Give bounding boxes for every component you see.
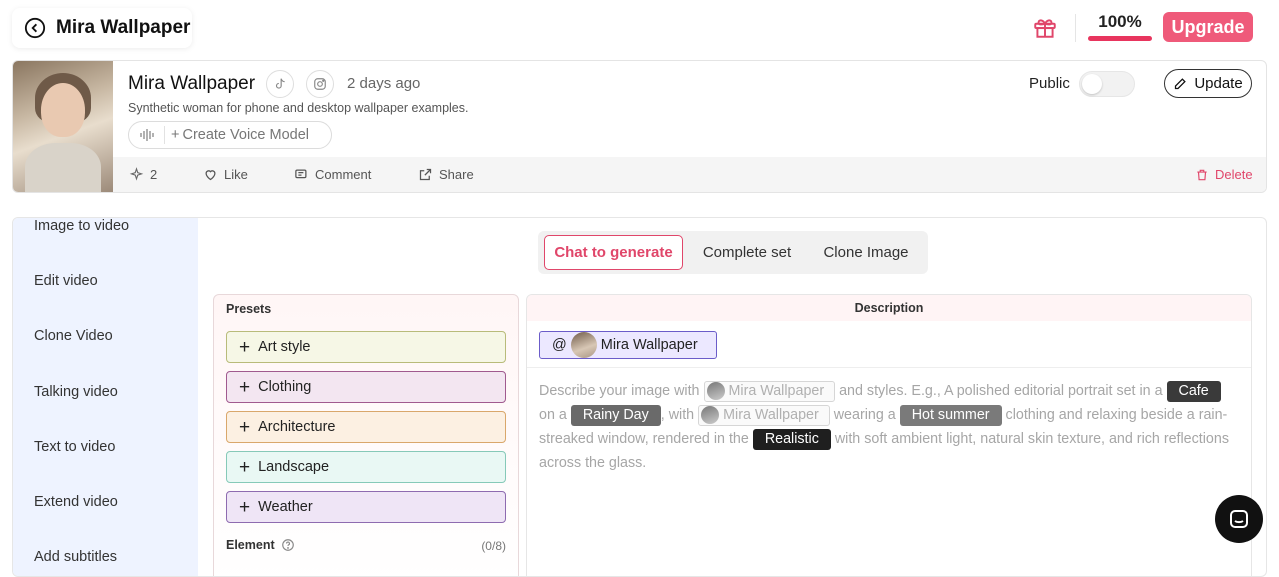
generations-count[interactable]: 2 — [129, 167, 157, 182]
instagram-icon — [314, 78, 326, 90]
header-divider — [1075, 14, 1076, 42]
plus-icon: + — [239, 496, 251, 518]
create-voice-model-button[interactable]: + Create Voice Model — [128, 121, 332, 149]
profile-description: Synthetic woman for phone and desktop wa… — [128, 101, 469, 115]
tiktok-button[interactable] — [266, 70, 294, 98]
credits-bar — [1088, 36, 1152, 41]
element-label: Element — [226, 538, 295, 552]
public-toggle[interactable] — [1079, 71, 1135, 97]
mode-tabs: Chat to generate Complete set Clone Imag… — [538, 231, 928, 274]
edit-icon — [1175, 78, 1187, 90]
created-time: 2 days ago — [347, 75, 421, 92]
heart-icon — [205, 170, 216, 181]
gift-icon[interactable] — [1032, 14, 1058, 40]
art-style-chip: Realistic — [752, 428, 831, 450]
plus-icon: + — [239, 456, 251, 478]
top-bar: Mira Wallpaper 100% Upgrade — [0, 0, 1279, 56]
voice-button-label: Create Voice Model — [182, 127, 310, 143]
presets-panel: Presets + Art style + Clothing + Architectu… — [213, 294, 519, 576]
tab-complete-set[interactable]: Complete set — [690, 235, 804, 270]
description-panel: Description @ Mira Wallpaper Describe yo… — [526, 294, 1252, 576]
profile-name: Mira Wallpaper — [128, 73, 256, 94]
weather-chip: Rainy Day — [570, 404, 661, 426]
preset-architecture[interactable]: + Architecture — [226, 411, 506, 443]
clothing-chip: Hot summer — [899, 404, 1002, 426]
tiktok-icon — [275, 78, 285, 89]
sidebar-item-image-to-video[interactable]: Image to video — [34, 218, 129, 234]
credits-percentage: 100% — [1098, 12, 1142, 31]
support-chat-button[interactable] — [1215, 495, 1263, 543]
upgrade-button[interactable]: Upgrade — [1163, 12, 1253, 42]
arrow-left-circle-icon — [24, 17, 46, 39]
plus-icon: + — [239, 376, 251, 398]
sidebar: Image to video Edit video Clone Video Ta… — [13, 218, 198, 576]
back-button[interactable]: Mira Wallpaper — [12, 8, 192, 48]
character-chip: Mira Wallpaper — [703, 380, 836, 402]
preset-landscape[interactable]: + Landscape — [226, 451, 506, 483]
sidebar-item-edit-video[interactable]: Edit video — [34, 273, 98, 289]
generation-panel: Image to video Edit video Clone Video Ta… — [12, 217, 1267, 577]
comment-button[interactable]: Comment — [294, 167, 371, 182]
delete-button[interactable]: Delete — [1195, 167, 1253, 182]
help-icon[interactable] — [281, 538, 295, 552]
description-title: Description — [527, 295, 1251, 321]
sidebar-item-extend-video[interactable]: Extend video — [34, 494, 118, 510]
share-icon — [419, 168, 432, 181]
avatar — [570, 332, 597, 358]
comment-icon — [295, 169, 307, 179]
tab-clone-image[interactable]: Clone Image — [810, 235, 922, 270]
trash-icon — [1197, 169, 1207, 180]
sidebar-item-add-subtitles[interactable]: Add subtitles — [34, 549, 117, 565]
page-title: Mira Wallpaper — [56, 17, 191, 38]
sidebar-item-text-to-video[interactable]: Text to video — [34, 439, 115, 455]
sparkle-icon — [129, 167, 144, 181]
like-button[interactable]: Like — [203, 167, 248, 182]
preset-weather[interactable]: + Weather — [226, 491, 506, 523]
instagram-button[interactable] — [306, 70, 334, 98]
preset-clothing[interactable]: + Clothing — [226, 371, 506, 403]
update-button[interactable]: Update — [1164, 69, 1252, 98]
plus-icon: + — [239, 416, 251, 438]
waveform-icon — [129, 126, 165, 144]
update-label: Update — [1194, 75, 1243, 92]
character-mention[interactable]: @ Mira Wallpaper — [539, 331, 717, 359]
character-chip: Mira Wallpaper — [698, 404, 830, 426]
public-label: Public — [1029, 75, 1070, 92]
sidebar-item-clone-video[interactable]: Clone Video — [34, 328, 113, 344]
tab-chat-to-generate[interactable]: Chat to generate — [544, 235, 683, 270]
share-button[interactable]: Share — [418, 167, 474, 182]
sidebar-item-talking-video[interactable]: Talking video — [34, 384, 118, 400]
plus-icon: + — [239, 336, 251, 358]
presets-title: Presets — [226, 302, 272, 316]
profile-footer: 2 Like Comment Share Delete — [113, 157, 1266, 192]
avatar — [13, 61, 113, 192]
profile-card: Mira Wallpaper 2 days ago Synthetic woma… — [12, 60, 1267, 193]
chat-icon — [1230, 510, 1248, 528]
plus-icon: + — [171, 127, 180, 143]
architecture-chip: Cafe — [1166, 380, 1221, 402]
preset-art-style[interactable]: + Art style — [226, 331, 506, 363]
description-input[interactable]: Describe your image with Mira Wallpaper … — [539, 379, 1239, 475]
element-count: (0/8) — [481, 539, 506, 553]
